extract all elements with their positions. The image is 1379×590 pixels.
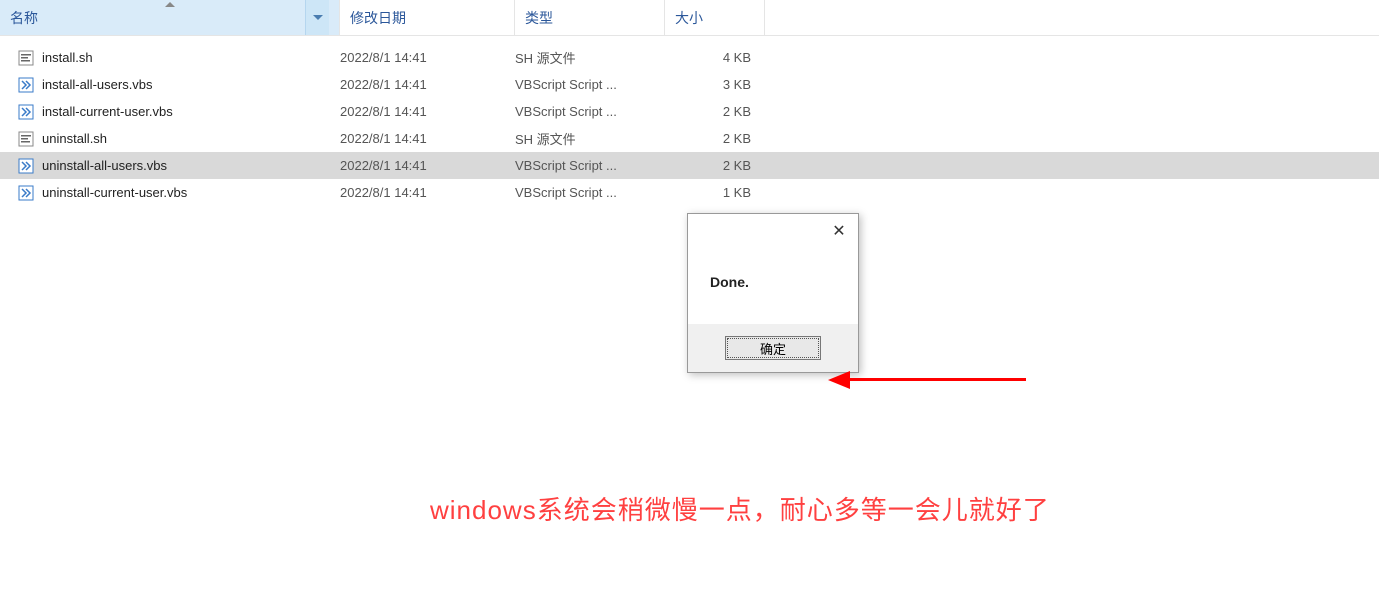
- file-modified-cell: 2022/8/1 14:41: [340, 77, 515, 92]
- annotation-caption: windows系统会稍微慢一点，耐心多等一会儿就好了: [430, 490, 1050, 527]
- file-type-cell: VBScript Script ...: [515, 104, 665, 119]
- file-size-cell: 4 KB: [665, 50, 765, 65]
- message-dialog: ✕ Done. 确定: [687, 213, 859, 373]
- sh-file-icon: [16, 131, 36, 147]
- sort-ascending-icon: [165, 2, 175, 7]
- file-type-cell: VBScript Script ...: [515, 77, 665, 92]
- vbs-file-icon: [16, 158, 36, 174]
- arrow-head-icon: [828, 371, 850, 389]
- file-size-cell: 2 KB: [665, 104, 765, 119]
- column-header-modified-label: 修改日期: [350, 8, 406, 28]
- file-size-cell: 2 KB: [665, 131, 765, 146]
- column-filter-button[interactable]: [305, 0, 329, 35]
- vbs-file-icon: [16, 77, 36, 93]
- file-size-cell: 3 KB: [665, 77, 765, 92]
- column-header-row: 名称 修改日期 类型 大小: [0, 0, 1379, 36]
- file-name-cell: uninstall-all-users.vbs: [42, 158, 340, 173]
- column-header-type[interactable]: 类型: [515, 0, 665, 35]
- file-type-cell: SH 源文件: [515, 48, 665, 67]
- file-type-cell: SH 源文件: [515, 129, 665, 148]
- file-size-cell: 2 KB: [665, 158, 765, 173]
- dialog-titlebar: ✕: [688, 214, 858, 248]
- column-header-size[interactable]: 大小: [665, 0, 765, 35]
- file-size-cell: 1 KB: [665, 185, 765, 200]
- dialog-ok-button[interactable]: 确定: [725, 336, 821, 360]
- dialog-close-button[interactable]: ✕: [820, 214, 858, 248]
- sh-file-icon: [16, 50, 36, 66]
- file-explorer-list: 名称 修改日期 类型 大小 install.sh2022/8/1 14:41SH…: [0, 0, 1379, 206]
- column-header-modified[interactable]: 修改日期: [340, 0, 515, 35]
- file-type-cell: VBScript Script ...: [515, 158, 665, 173]
- file-type-cell: VBScript Script ...: [515, 185, 665, 200]
- column-header-type-label: 类型: [525, 8, 553, 28]
- file-row[interactable]: uninstall.sh2022/8/1 14:41SH 源文件2 KB: [0, 125, 1379, 152]
- file-modified-cell: 2022/8/1 14:41: [340, 131, 515, 146]
- file-rows-container: install.sh2022/8/1 14:41SH 源文件4 KBinstal…: [0, 36, 1379, 206]
- file-modified-cell: 2022/8/1 14:41: [340, 50, 515, 65]
- dialog-message: Done.: [688, 248, 858, 324]
- vbs-file-icon: [16, 104, 36, 120]
- close-icon: ✕: [832, 221, 845, 241]
- file-modified-cell: 2022/8/1 14:41: [340, 185, 515, 200]
- chevron-down-icon: [313, 15, 323, 20]
- arrow-line-icon: [846, 378, 1026, 381]
- column-header-name-label: 名称: [10, 8, 38, 28]
- file-name-cell: uninstall-current-user.vbs: [42, 185, 340, 200]
- file-row[interactable]: install-current-user.vbs2022/8/1 14:41VB…: [0, 98, 1379, 125]
- file-row[interactable]: install-all-users.vbs2022/8/1 14:41VBScr…: [0, 71, 1379, 98]
- dialog-ok-label: 确定: [760, 339, 786, 358]
- file-name-cell: install-current-user.vbs: [42, 104, 340, 119]
- file-name-cell: uninstall.sh: [42, 131, 340, 146]
- column-header-size-label: 大小: [675, 8, 703, 28]
- file-modified-cell: 2022/8/1 14:41: [340, 158, 515, 173]
- file-name-cell: install-all-users.vbs: [42, 77, 340, 92]
- file-row[interactable]: uninstall-all-users.vbs2022/8/1 14:41VBS…: [0, 152, 1379, 179]
- file-name-cell: install.sh: [42, 50, 340, 65]
- dialog-footer: 确定: [688, 324, 858, 372]
- file-modified-cell: 2022/8/1 14:41: [340, 104, 515, 119]
- vbs-file-icon: [16, 185, 36, 201]
- column-header-name[interactable]: 名称: [0, 0, 340, 35]
- file-row[interactable]: install.sh2022/8/1 14:41SH 源文件4 KB: [0, 44, 1379, 71]
- file-row[interactable]: uninstall-current-user.vbs2022/8/1 14:41…: [0, 179, 1379, 206]
- annotation-arrow: [828, 373, 1028, 387]
